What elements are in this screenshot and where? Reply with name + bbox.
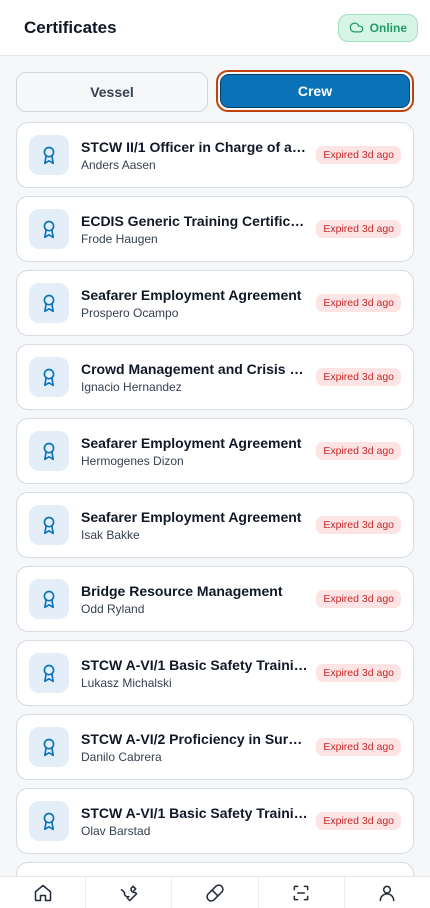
certificate-icon-box [29,801,69,841]
expiry-status-badge: Expired 3d ago [316,738,401,756]
crew-member-name: Hermogenes Dizon [81,453,184,468]
certificate-card[interactable]: STCW A-VI/1 Basic Safety Training Lukasz… [16,640,414,706]
expiry-status-badge: Expired 3d ago [316,220,401,238]
award-ribbon-icon [43,294,55,313]
page-title: Certificates [24,17,117,37]
certificate-title: Bridge Resource Management [81,582,283,599]
certificate-card[interactable]: ECDIS Generic Training Certificate Frode… [16,196,414,262]
expiry-status-badge: Expired 3d ago [316,516,401,534]
user-icon [379,885,395,901]
certificate-title: STCW II/1 Officer in Charge of a Navigat… [81,138,308,155]
certificate-text: STCW II/1 Officer in Charge of a Navigat… [81,138,308,173]
nav-medical[interactable] [172,877,259,908]
crew-member-name: Ignacio Hernandez [81,379,182,394]
certificate-card[interactable]: STCW II/1 Officer in Charge of a Navigat… [16,122,414,188]
cloud-icon [349,22,363,33]
certificate-title: STCW A-VI/2 Proficiency in Survival Craf… [81,730,308,747]
award-ribbon-icon [43,146,55,165]
nav-maintenance[interactable] [86,877,173,908]
certificate-title: Seafarer Employment Agreement [81,286,302,303]
certificate-card[interactable]: STCW A-VI/2 Proficiency in Survival Craf… [16,714,414,780]
expiry-status-badge: Expired 3d ago [316,368,401,386]
certificate-icon-box [29,283,69,323]
tab-vessel[interactable]: Vessel [16,72,208,112]
nav-scan[interactable] [259,877,345,908]
crew-member-name: Danilo Cabrera [81,749,162,764]
scan-icon [293,885,309,900]
crew-member-name: Isak Bakke [81,527,140,542]
award-ribbon-icon [43,516,55,535]
tab-crew-focus-ring: Crew [216,70,414,112]
certificate-icon-box [29,431,69,471]
certificate-list: STCW II/1 Officer in Charge of a Navigat… [16,122,414,908]
certificate-card[interactable]: Crowd Management and Crisis Management I… [16,344,414,410]
certificate-title: Seafarer Employment Agreement [81,508,302,525]
certificate-text: Seafarer Employment Agreement Isak Bakke [81,508,308,543]
crew-member-name: Prospero Ocampo [81,305,179,320]
certificate-card[interactable]: Seafarer Employment Agreement Prospero O… [16,270,414,336]
certificate-card[interactable]: Seafarer Employment Agreement Hermogenes… [16,418,414,484]
award-ribbon-icon [43,812,55,831]
pill-icon [206,883,224,902]
certificate-text: STCW A-VI/1 Basic Safety Training Lukasz… [81,656,308,691]
certificate-icon-box [29,505,69,545]
award-ribbon-icon [43,220,55,239]
bottom-nav [0,876,430,908]
certificate-card[interactable]: Bridge Resource Management Odd Ryland Ex… [16,566,414,632]
expiry-status-badge: Expired 3d ago [316,590,401,608]
certificate-icon-box [29,653,69,693]
expiry-status-badge: Expired 3d ago [316,442,401,460]
certificate-text: STCW A-VI/2 Proficiency in Survival Craf… [81,730,308,765]
expiry-status-badge: Expired 3d ago [316,812,401,830]
certificate-text: Seafarer Employment Agreement Prospero O… [81,286,308,321]
certificate-title: Seafarer Employment Agreement [81,434,302,451]
online-status-label: Online [369,20,407,35]
tab-crew[interactable]: Crew [220,74,410,108]
certificate-icon-box [29,579,69,619]
certificate-title: STCW A-VI/1 Basic Safety Training [81,804,309,821]
crew-member-name: Olav Barstad [81,823,151,838]
certificate-icon-box [29,357,69,397]
award-ribbon-icon [43,738,55,757]
expiry-status-badge: Expired 3d ago [316,664,401,682]
certificate-title: Crowd Management and Crisis Management [81,360,309,377]
certificate-type-toggle: Vessel Crew [16,70,414,112]
certificate-card[interactable]: STCW A-VI/1 Basic Safety Training Olav B… [16,788,414,854]
wrench-icon [120,885,138,901]
certificate-icon-box [29,209,69,249]
expiry-status-badge: Expired 3d ago [316,294,401,312]
certificate-icon-box [29,135,69,175]
online-status-badge: Online [337,13,418,42]
certificate-text: STCW A-VI/1 Basic Safety Training Olav B… [81,804,308,839]
certificate-text: Bridge Resource Management Odd Ryland [81,582,308,617]
certificate-icon-box [29,727,69,767]
crew-member-name: Lukasz Michalski [81,675,172,690]
crew-member-name: Frode Haugen [81,231,158,246]
certificate-title: STCW A-VI/1 Basic Safety Training [81,656,309,673]
app-header: Certificates Online [0,0,430,56]
home-icon [34,884,51,901]
award-ribbon-icon [43,664,55,683]
certificate-title: ECDIS Generic Training Certificate [81,212,309,229]
award-ribbon-icon [43,590,55,609]
certificate-text: Crowd Management and Crisis Management I… [81,360,308,395]
certificate-text: ECDIS Generic Training Certificate Frode… [81,212,308,247]
expiry-status-badge: Expired 3d ago [316,146,401,164]
certificate-text: Seafarer Employment Agreement Hermogenes… [81,434,308,469]
nav-home[interactable] [0,877,87,908]
nav-profile[interactable] [345,877,430,908]
crew-member-name: Odd Ryland [81,601,145,616]
award-ribbon-icon [43,368,55,387]
award-ribbon-icon [43,442,55,461]
certificate-card[interactable]: Seafarer Employment Agreement Isak Bakke… [16,492,414,558]
crew-member-name: Anders Aasen [81,157,156,172]
